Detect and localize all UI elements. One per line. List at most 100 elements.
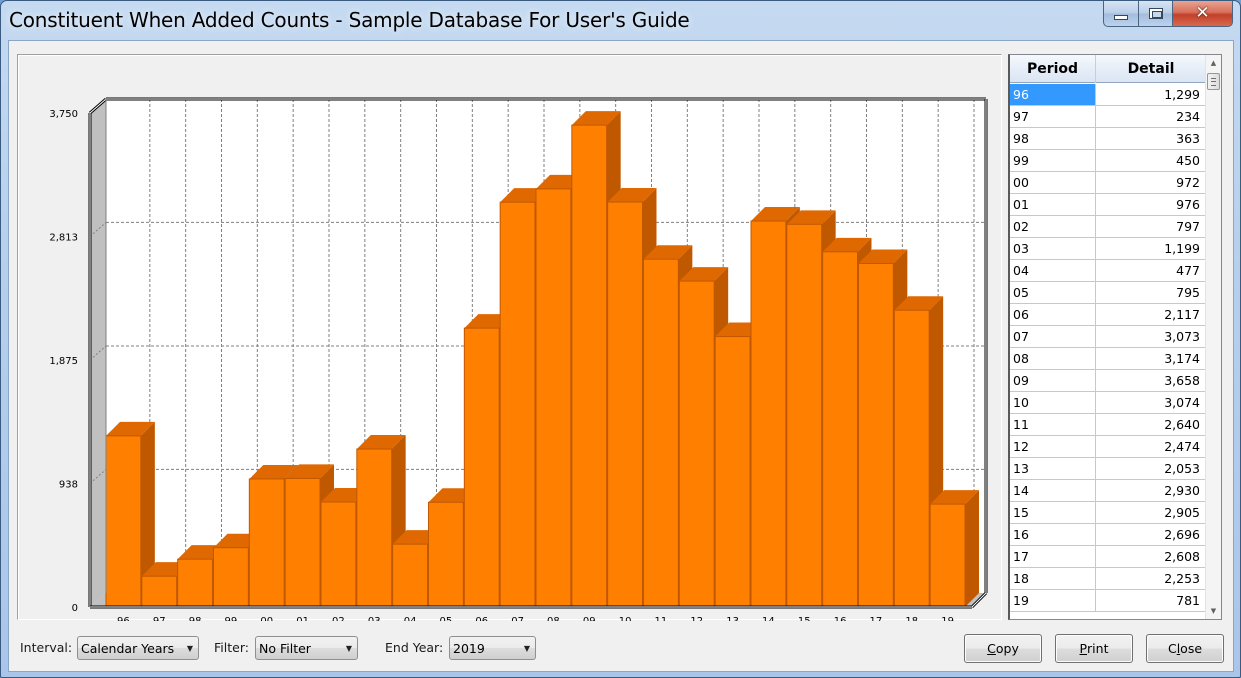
copy-button[interactable]: Copy bbox=[964, 634, 1042, 663]
detail-cell[interactable]: 2,253 bbox=[1096, 568, 1206, 589]
x-tick-label: 14 bbox=[762, 616, 775, 621]
period-cell[interactable]: 01 bbox=[1010, 194, 1096, 215]
table-row[interactable]: 06 2,117 bbox=[1010, 304, 1206, 326]
table-row[interactable]: 17 2,608 bbox=[1010, 546, 1206, 568]
app-window: Constituent When Added Counts - Sample D… bbox=[0, 0, 1241, 678]
minimize-button[interactable] bbox=[1103, 1, 1139, 27]
period-cell[interactable]: 14 bbox=[1010, 480, 1096, 501]
detail-cell[interactable]: 2,117 bbox=[1096, 304, 1206, 325]
table-row[interactable]: 19 781 bbox=[1010, 590, 1206, 612]
period-cell[interactable]: 97 bbox=[1010, 106, 1096, 127]
period-cell[interactable]: 08 bbox=[1010, 348, 1096, 369]
table-row[interactable]: 12 2,474 bbox=[1010, 436, 1206, 458]
table-row[interactable]: 08 3,174 bbox=[1010, 348, 1206, 370]
chevron-down-icon: ▼ bbox=[186, 643, 194, 653]
period-cell[interactable]: 07 bbox=[1010, 326, 1096, 347]
period-cell[interactable]: 13 bbox=[1010, 458, 1096, 479]
period-cell[interactable]: 06 bbox=[1010, 304, 1096, 325]
period-cell[interactable]: 04 bbox=[1010, 260, 1096, 281]
title-bar[interactable]: Constituent When Added Counts - Sample D… bbox=[1, 1, 1240, 41]
bar bbox=[141, 575, 178, 608]
detail-cell[interactable]: 797 bbox=[1096, 216, 1206, 237]
detail-cell[interactable]: 363 bbox=[1096, 128, 1206, 149]
filter-select[interactable]: No Filter ▼ bbox=[255, 636, 358, 660]
period-cell[interactable]: 15 bbox=[1010, 502, 1096, 523]
copy-label: opy bbox=[995, 641, 1019, 656]
period-cell[interactable]: 19 bbox=[1010, 590, 1096, 611]
scroll-thumb[interactable] bbox=[1207, 73, 1220, 90]
table-row[interactable]: 98 363 bbox=[1010, 128, 1206, 150]
table-row[interactable]: 02 797 bbox=[1010, 216, 1206, 238]
vertical-scrollbar[interactable]: ▲ ▼ bbox=[1205, 55, 1221, 619]
detail-cell[interactable]: 2,474 bbox=[1096, 436, 1206, 457]
table-row[interactable]: 10 3,074 bbox=[1010, 392, 1206, 414]
table-row[interactable]: 15 2,905 bbox=[1010, 502, 1206, 524]
detail-cell[interactable]: 450 bbox=[1096, 150, 1206, 171]
close-window-button[interactable]: ✕ bbox=[1173, 1, 1233, 27]
period-cell[interactable]: 17 bbox=[1010, 546, 1096, 567]
maximize-button[interactable] bbox=[1139, 1, 1173, 27]
detail-cell[interactable]: 2,608 bbox=[1096, 546, 1206, 567]
detail-cell[interactable]: 2,696 bbox=[1096, 524, 1206, 545]
period-cell[interactable]: 99 bbox=[1010, 150, 1096, 171]
detail-cell[interactable]: 234 bbox=[1096, 106, 1206, 127]
period-cell[interactable]: 05 bbox=[1010, 282, 1096, 303]
period-cell[interactable]: 02 bbox=[1010, 216, 1096, 237]
table-row[interactable]: 01 976 bbox=[1010, 194, 1206, 216]
period-cell[interactable]: 16 bbox=[1010, 524, 1096, 545]
close-button[interactable]: Cl ose bbox=[1146, 634, 1224, 663]
period-cell[interactable]: 00 bbox=[1010, 172, 1096, 193]
detail-cell[interactable]: 3,074 bbox=[1096, 392, 1206, 413]
x-tick-label: 18 bbox=[905, 616, 918, 621]
period-cell[interactable]: 18 bbox=[1010, 568, 1096, 589]
interval-select[interactable]: Calendar Years ▼ bbox=[77, 636, 199, 660]
end-year-select[interactable]: 2019 ▼ bbox=[449, 636, 536, 660]
period-cell[interactable]: 09 bbox=[1010, 370, 1096, 391]
detail-cell[interactable]: 2,905 bbox=[1096, 502, 1206, 523]
detail-cell[interactable]: 795 bbox=[1096, 282, 1206, 303]
detail-cell[interactable]: 781 bbox=[1096, 590, 1206, 611]
period-cell[interactable]: 03 bbox=[1010, 238, 1096, 259]
table-row[interactable]: 18 2,253 bbox=[1010, 568, 1206, 590]
table-row[interactable]: 09 3,658 bbox=[1010, 370, 1206, 392]
scroll-up-icon[interactable]: ▲ bbox=[1206, 55, 1221, 71]
print-button[interactable]: Print bbox=[1055, 634, 1133, 663]
table-row[interactable]: 14 2,930 bbox=[1010, 480, 1206, 502]
scroll-down-icon[interactable]: ▼ bbox=[1206, 603, 1221, 619]
detail-cell[interactable]: 976 bbox=[1096, 194, 1206, 215]
table-row[interactable]: 96 1,299 bbox=[1010, 84, 1206, 106]
detail-cell[interactable]: 3,174 bbox=[1096, 348, 1206, 369]
detail-cell[interactable]: 477 bbox=[1096, 260, 1206, 281]
table-row[interactable]: 03 1,199 bbox=[1010, 238, 1206, 260]
table-row[interactable]: 13 2,053 bbox=[1010, 458, 1206, 480]
detail-cell[interactable]: 2,930 bbox=[1096, 480, 1206, 501]
column-header-detail[interactable]: Detail bbox=[1096, 55, 1206, 83]
x-tick-label: 06 bbox=[475, 616, 488, 621]
bar bbox=[284, 477, 321, 608]
detail-cell[interactable]: 2,053 bbox=[1096, 458, 1206, 479]
detail-cell[interactable]: 972 bbox=[1096, 172, 1206, 193]
period-cell[interactable]: 11 bbox=[1010, 414, 1096, 435]
table-row[interactable]: 05 795 bbox=[1010, 282, 1206, 304]
table-row[interactable]: 11 2,640 bbox=[1010, 414, 1206, 436]
detail-cell[interactable]: 3,073 bbox=[1096, 326, 1206, 347]
table-row[interactable]: 97 234 bbox=[1010, 106, 1206, 128]
period-cell[interactable]: 12 bbox=[1010, 436, 1096, 457]
detail-cell[interactable]: 2,640 bbox=[1096, 414, 1206, 435]
column-header-period[interactable]: Period bbox=[1010, 55, 1096, 83]
detail-cell[interactable]: 1,299 bbox=[1096, 84, 1206, 105]
x-tick-label: 04 bbox=[404, 616, 417, 621]
table-row[interactable]: 00 972 bbox=[1010, 172, 1206, 194]
maximize-icon bbox=[1148, 8, 1163, 19]
table-row[interactable]: 04 477 bbox=[1010, 260, 1206, 282]
table-row[interactable]: 99 450 bbox=[1010, 150, 1206, 172]
table-row[interactable]: 07 3,073 bbox=[1010, 326, 1206, 348]
period-cell[interactable]: 96 bbox=[1010, 84, 1096, 105]
detail-cell[interactable]: 1,199 bbox=[1096, 238, 1206, 259]
period-cell[interactable]: 10 bbox=[1010, 392, 1096, 413]
bar bbox=[499, 201, 536, 608]
bar bbox=[177, 558, 214, 608]
period-cell[interactable]: 98 bbox=[1010, 128, 1096, 149]
table-row[interactable]: 16 2,696 bbox=[1010, 524, 1206, 546]
detail-cell[interactable]: 3,658 bbox=[1096, 370, 1206, 391]
